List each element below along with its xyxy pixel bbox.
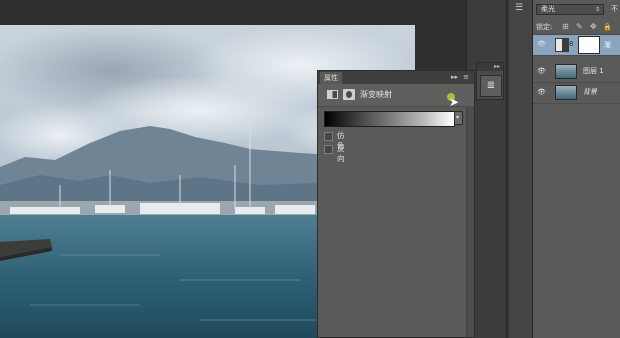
adjustments-icon: ≣ xyxy=(486,80,496,91)
collapse-icon[interactable]: ▸▸ xyxy=(451,72,458,83)
link-icon[interactable]: 8 xyxy=(569,38,573,50)
lock-label: 锁定: xyxy=(536,23,553,31)
layers-side-strip: ☰ xyxy=(508,0,533,338)
visibility-eye-icon[interactable]: 👁 xyxy=(536,66,547,77)
mask-thumbnail[interactable] xyxy=(578,36,600,54)
gradient-preview[interactable] xyxy=(324,111,455,127)
layer-thumbnail xyxy=(555,64,577,79)
layer-row-background[interactable]: 👁 背景 xyxy=(533,83,620,104)
properties-panel: 属性 ▸▸ ≡ 渐变映射 ➤ ▾ 仿色 反向 xyxy=(317,70,475,338)
dither-checkbox[interactable] xyxy=(324,132,333,141)
adjustment-header: 渐变映射 ➤ xyxy=(318,84,474,109)
lock-transparency-icon[interactable]: ⊞ xyxy=(562,21,569,33)
gradient-map-icon[interactable] xyxy=(327,90,338,99)
opacity-label: 不 xyxy=(611,5,618,13)
visibility-eye-icon[interactable]: 👁 xyxy=(536,39,547,50)
blend-mode-value: 柔光 xyxy=(541,5,555,13)
blend-mode-select[interactable]: 柔光 ⇕ xyxy=(536,4,604,15)
layer-row-layer1[interactable]: 👁 图层 1 xyxy=(533,62,620,83)
layer-mask-icon[interactable] xyxy=(343,89,355,100)
layer-name[interactable]: 渐 xyxy=(604,40,611,51)
dock-collapse-icon[interactable]: ▸▸ xyxy=(494,63,500,71)
mouse-cursor-icon: ➤ xyxy=(449,95,460,109)
layer-name[interactable]: 背景 xyxy=(583,87,597,98)
visibility-eye-icon[interactable]: 👁 xyxy=(536,87,547,98)
panel-options-icon[interactable]: ☰ xyxy=(515,3,523,13)
reverse-checkbox[interactable] xyxy=(324,145,333,154)
panel-menu-icon[interactable]: ≡ xyxy=(463,72,469,83)
layer-thumbnail xyxy=(555,85,577,100)
layers-panel: 柔光 ⇕ 不 锁定: ⊞ ✎ ✥ 🔒 👁 8 渐 👁 图层 1 👁 背景 xyxy=(532,0,620,338)
properties-scrollbar[interactable] xyxy=(466,107,474,337)
gradient-dropdown-button[interactable]: ▾ xyxy=(454,111,463,125)
tab-properties[interactable]: 属性 xyxy=(320,72,342,84)
lock-row: 锁定: ⊞ ✎ ✥ 🔒 xyxy=(533,20,620,35)
layer-row-gradient-map[interactable]: 👁 8 渐 xyxy=(533,35,620,56)
chevron-down-icon: ▾ xyxy=(456,114,460,121)
dock-header[interactable]: ▸▸ xyxy=(477,63,503,71)
properties-tabbar: 属性 ▸▸ ≡ xyxy=(318,71,474,84)
lock-position-icon[interactable]: ✥ xyxy=(590,21,597,33)
collapsed-panel-dock[interactable]: ▸▸ ≣ xyxy=(476,62,504,100)
reverse-label: 反向 xyxy=(337,144,345,163)
lock-all-icon[interactable]: 🔒 xyxy=(603,21,612,33)
layer-name[interactable]: 图层 1 xyxy=(583,66,604,77)
lock-pixels-icon[interactable]: ✎ xyxy=(576,21,583,33)
properties-dock-button[interactable]: ≣ xyxy=(480,75,502,97)
adjustment-layer-icon xyxy=(555,38,569,52)
chevron-updown-icon: ⇕ xyxy=(594,6,600,13)
adjustment-title: 渐变映射 xyxy=(360,90,392,99)
